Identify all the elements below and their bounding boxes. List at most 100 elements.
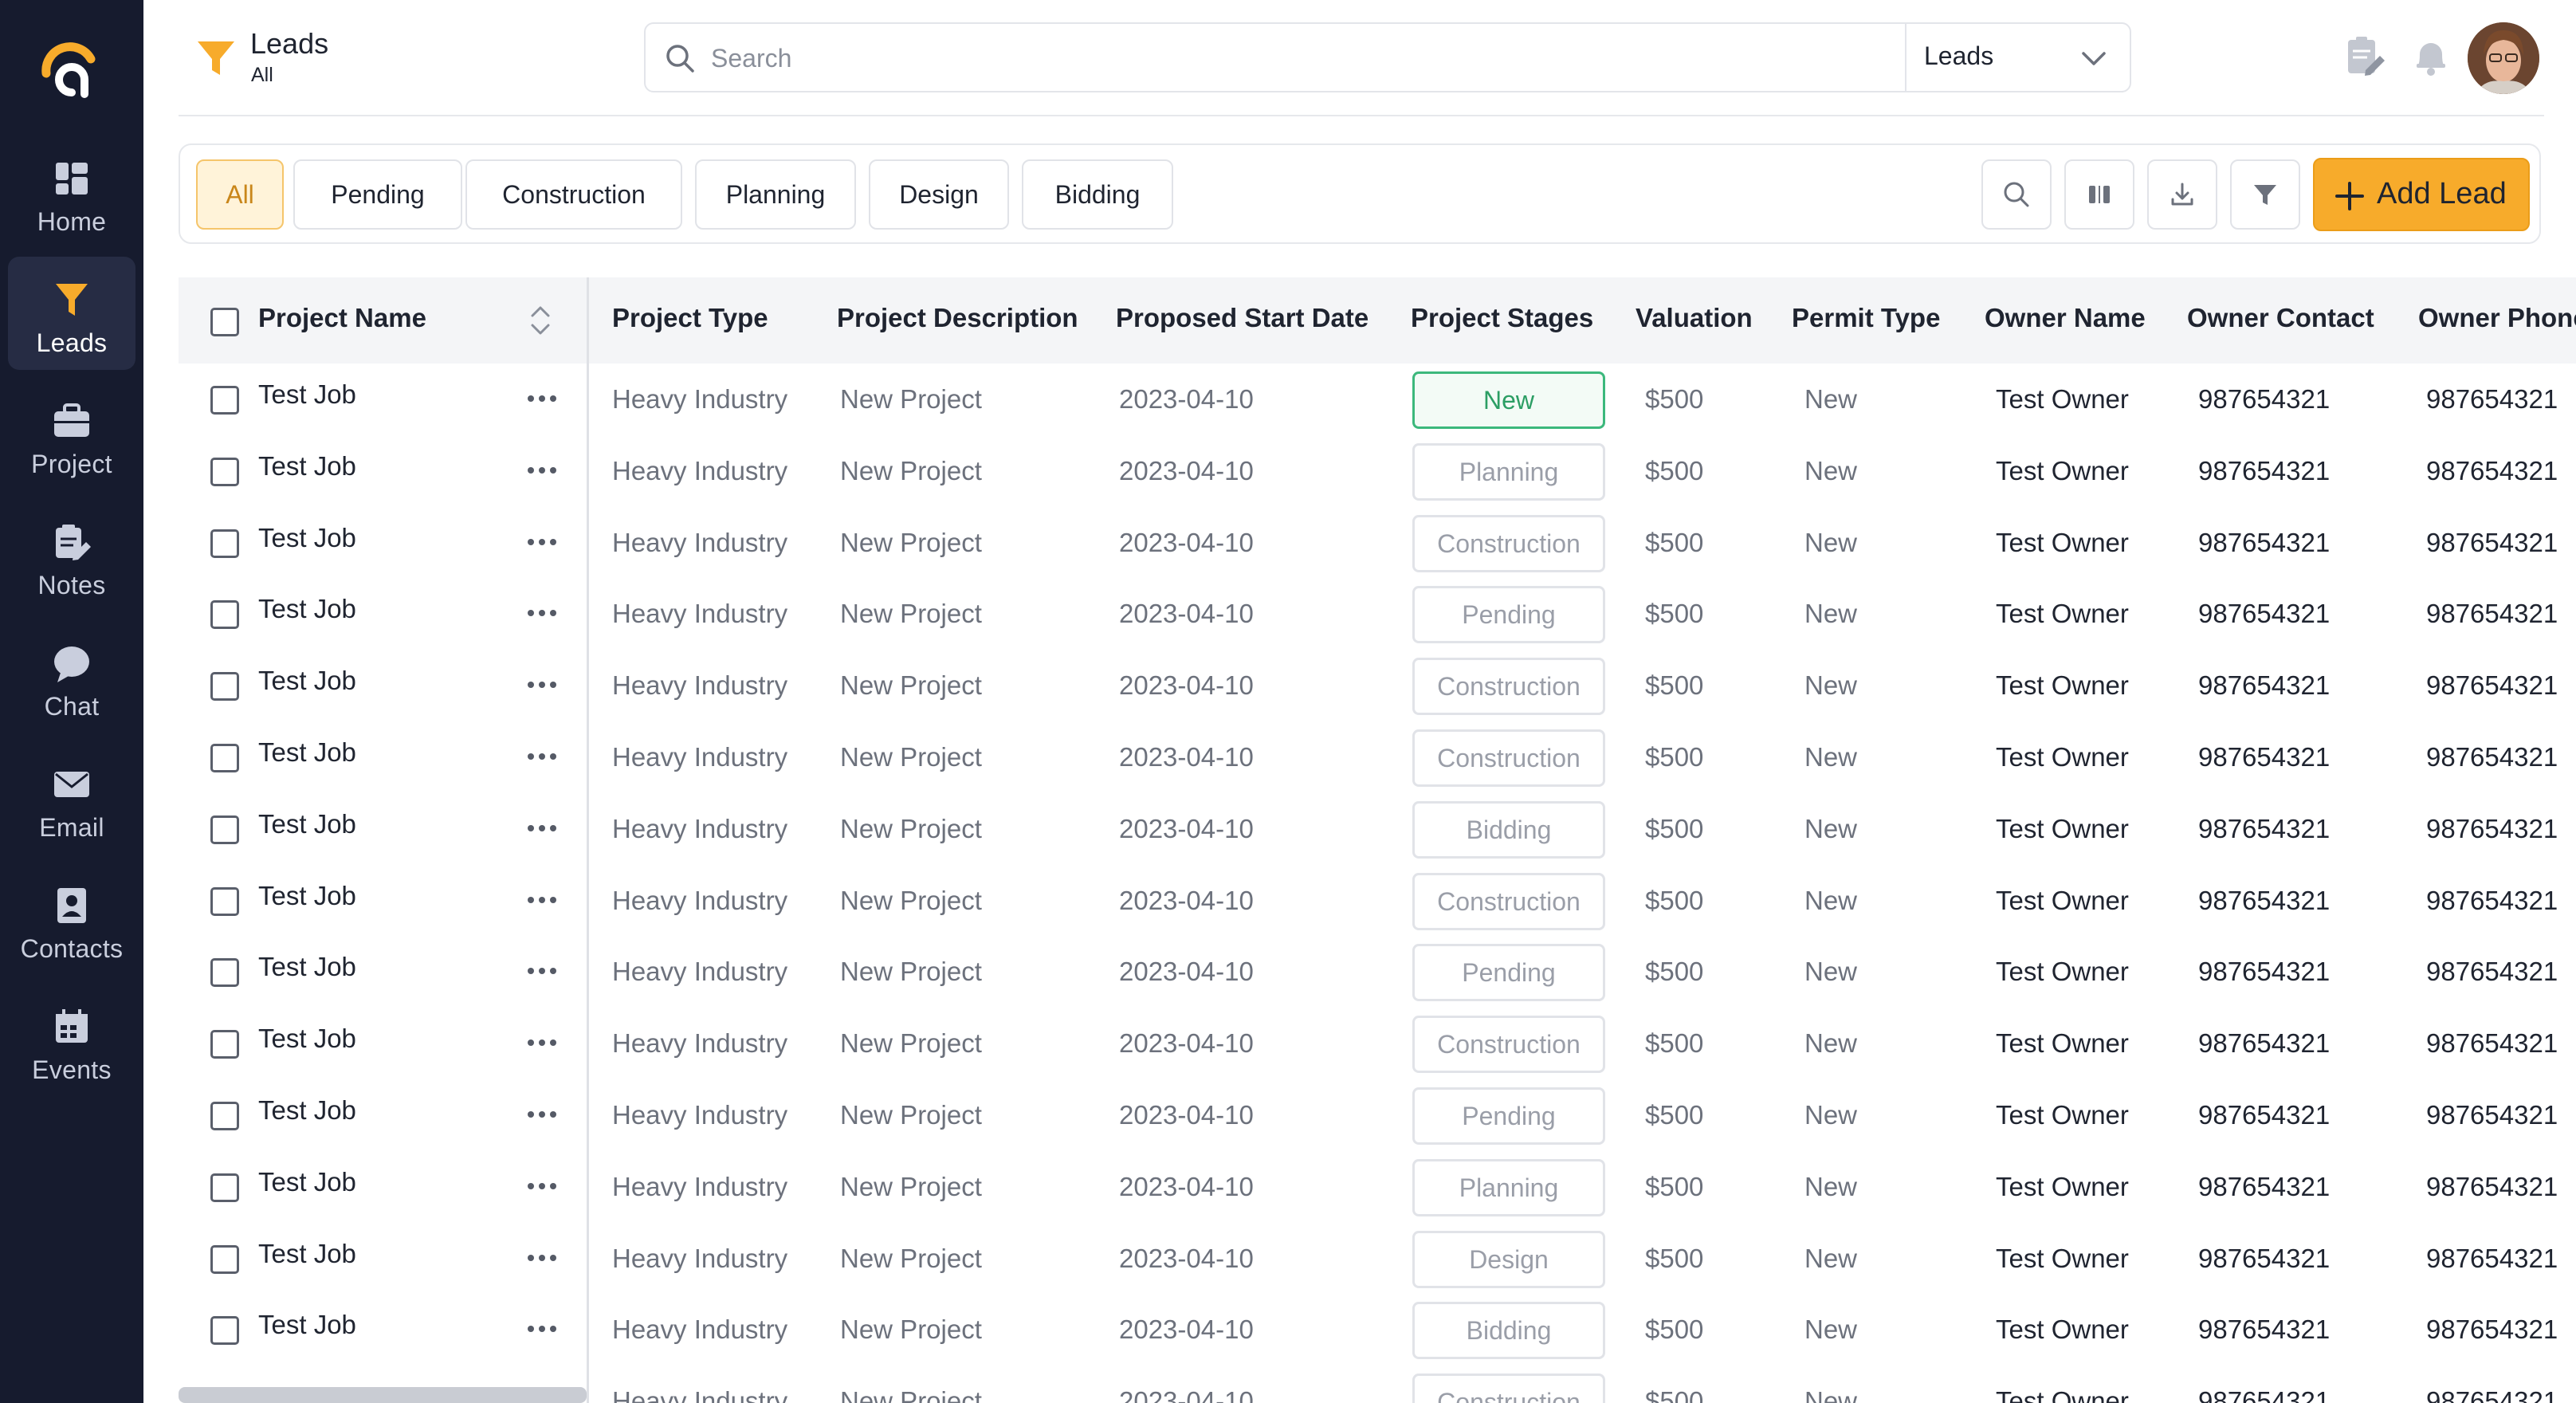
column-header-project-description[interactable]: Project Description — [837, 303, 1078, 333]
table-row[interactable]: Test Job Heavy Industry New Project 2023-04… — [179, 721, 2576, 793]
table-row[interactable]: Test Job Heavy Industry New Project 2023-04… — [179, 936, 2576, 1008]
filter-chip-bidding[interactable]: Bidding — [1022, 159, 1173, 230]
add-lead-button[interactable]: Add Lead — [2313, 158, 2530, 231]
sidebar-item-notes[interactable]: Notes — [8, 499, 135, 612]
edit-notes-icon[interactable] — [2342, 32, 2389, 80]
more-options-icon[interactable] — [524, 675, 560, 694]
more-options-icon[interactable] — [524, 1033, 560, 1052]
filter-button[interactable] — [2230, 159, 2300, 230]
search-scope-select[interactable]: Leads — [1924, 41, 1993, 71]
row-checkbox[interactable] — [210, 457, 239, 486]
more-options-icon[interactable] — [524, 461, 560, 480]
more-options-icon[interactable] — [524, 1177, 560, 1196]
project-name-cell[interactable]: Test Job — [258, 379, 356, 410]
column-header-owner-contact[interactable]: Owner Contact — [2187, 303, 2374, 333]
row-checkbox[interactable] — [210, 672, 239, 702]
app-logo-icon[interactable] — [40, 41, 104, 105]
filter-chip-pending[interactable]: Pending — [293, 159, 462, 230]
table-row[interactable]: Test Job Heavy Industry New Project 2023-04… — [179, 364, 2576, 435]
row-checkbox[interactable] — [210, 1102, 239, 1130]
download-button[interactable] — [2147, 159, 2217, 230]
project-name-cell[interactable]: Test Job — [258, 952, 356, 982]
bell-icon[interactable] — [2407, 32, 2455, 80]
project-name-cell[interactable]: Test Job — [258, 666, 356, 696]
project-name-cell[interactable]: Test Job — [258, 1239, 356, 1269]
column-header-owner-name[interactable]: Owner Name — [1985, 303, 2146, 333]
more-options-icon[interactable] — [524, 1105, 560, 1124]
sidebar-item-project[interactable]: Project — [8, 378, 135, 491]
column-header-proposed-start-date[interactable]: Proposed Start Date — [1116, 303, 1368, 333]
table-row[interactable]: Test Job Heavy Industry New Project 2023-04… — [179, 1079, 2576, 1151]
more-options-icon[interactable] — [524, 533, 560, 552]
filter-chip-all[interactable]: All — [196, 159, 284, 230]
column-header-permit-type[interactable]: Permit Type — [1792, 303, 1940, 333]
project-name-cell[interactable]: Test Job — [258, 1310, 356, 1340]
table-row[interactable]: Test Job Heavy Industry New Project 2023-04… — [179, 1223, 2576, 1295]
project-name-cell[interactable]: Test Job — [258, 1167, 356, 1197]
column-header-project-type[interactable]: Project Type — [612, 303, 768, 333]
stage-badge[interactable]: Pending — [1412, 1087, 1605, 1145]
more-options-icon[interactable] — [524, 747, 560, 766]
row-checkbox[interactable] — [210, 1316, 239, 1346]
table-row[interactable]: Test Job Heavy Industry New Project 2023-04… — [179, 1294, 2576, 1366]
table-row[interactable]: Test Job Heavy Industry New Project 2023-04… — [179, 1151, 2576, 1223]
row-checkbox[interactable] — [210, 529, 239, 558]
chevron-down-icon[interactable] — [2079, 43, 2109, 73]
column-header-project-name[interactable]: Project Name — [258, 303, 426, 333]
sidebar-item-leads[interactable]: Leads — [8, 257, 135, 370]
project-name-cell[interactable]: Test Job — [258, 809, 356, 839]
sidebar-item-contacts[interactable]: Contacts — [8, 863, 135, 976]
sidebar-item-chat[interactable]: Chat — [8, 620, 135, 733]
sort-icon[interactable] — [523, 301, 558, 340]
sidebar-item-email[interactable]: Email — [8, 741, 135, 855]
more-options-icon[interactable] — [524, 603, 560, 623]
select-all-checkbox[interactable] — [210, 308, 239, 336]
project-name-cell[interactable]: Test Job — [258, 1095, 356, 1126]
stage-badge[interactable]: New — [1412, 371, 1605, 429]
more-options-icon[interactable] — [524, 961, 560, 981]
table-row[interactable]: Test Job Heavy Industry New Project 2023-04… — [179, 507, 2576, 579]
table-row[interactable]: Test Job Heavy Industry New Project 2023-04… — [179, 1008, 2576, 1079]
row-checkbox[interactable] — [210, 1173, 239, 1202]
stage-badge[interactable]: Construction — [1412, 1374, 1605, 1403]
more-options-icon[interactable] — [524, 819, 560, 838]
table-search-button[interactable] — [1981, 159, 2052, 230]
table-row[interactable]: Test Job Heavy Industry New Project 2023-04… — [179, 865, 2576, 937]
project-name-cell[interactable]: Test Job — [258, 523, 356, 553]
row-checkbox[interactable] — [210, 1244, 239, 1274]
table-row[interactable]: Test Job Heavy Industry New Project 2023-04… — [179, 435, 2576, 507]
stage-badge[interactable]: Construction — [1412, 1016, 1605, 1074]
stage-badge[interactable]: Planning — [1412, 442, 1605, 501]
stage-badge[interactable]: Construction — [1412, 729, 1605, 787]
more-options-icon[interactable] — [524, 890, 560, 910]
table-row[interactable]: Test Job Heavy Industry New Project 2023-04… — [179, 578, 2576, 650]
row-checkbox[interactable] — [210, 815, 239, 844]
filter-chip-design[interactable]: Design — [869, 159, 1009, 230]
stage-badge[interactable]: Pending — [1412, 586, 1605, 644]
column-header-owner-phone[interactable]: Owner Phone — [2418, 303, 2576, 333]
stage-badge[interactable]: Design — [1412, 1230, 1605, 1288]
more-options-icon[interactable] — [524, 389, 560, 408]
sidebar-item-home[interactable]: Home — [8, 136, 135, 249]
stage-badge[interactable]: Pending — [1412, 944, 1605, 1002]
sidebar-item-events[interactable]: Events — [8, 984, 135, 1097]
horizontal-scrollbar[interactable] — [179, 1387, 587, 1403]
filter-chip-construction[interactable]: Construction — [465, 159, 682, 230]
row-checkbox[interactable] — [210, 886, 239, 916]
column-header-project-stages[interactable]: Project Stages — [1411, 303, 1593, 333]
project-name-cell[interactable]: Test Job — [258, 1024, 356, 1054]
avatar[interactable] — [2468, 22, 2539, 94]
stage-badge[interactable]: Construction — [1412, 514, 1605, 572]
columns-button[interactable] — [2064, 159, 2134, 230]
column-header-valuation[interactable]: Valuation — [1636, 303, 1753, 333]
stage-badge[interactable]: Bidding — [1412, 1302, 1605, 1360]
more-options-icon[interactable] — [524, 1319, 560, 1338]
filter-chip-planning[interactable]: Planning — [695, 159, 856, 230]
project-name-cell[interactable]: Test Job — [258, 881, 356, 911]
project-name-cell[interactable]: Test Job — [258, 594, 356, 624]
row-checkbox[interactable] — [210, 958, 239, 988]
more-options-icon[interactable] — [524, 1248, 560, 1267]
row-checkbox[interactable] — [210, 600, 239, 630]
row-checkbox[interactable] — [210, 744, 239, 772]
stage-badge[interactable]: Bidding — [1412, 800, 1605, 859]
